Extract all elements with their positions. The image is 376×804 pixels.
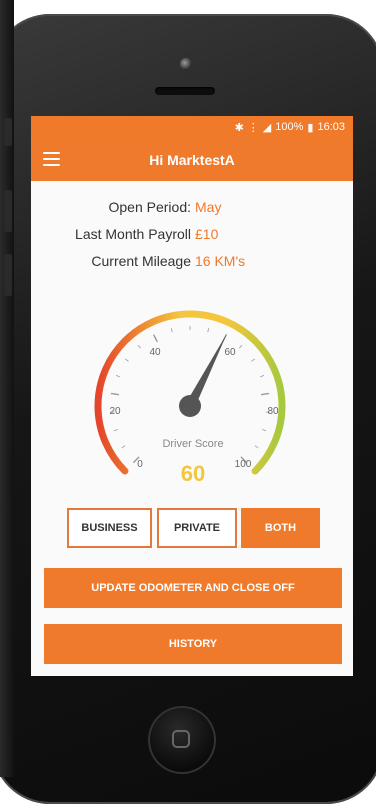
open-period-value: May <box>195 199 221 215</box>
gauge-tick <box>208 328 209 332</box>
home-button[interactable] <box>148 706 216 774</box>
gauge-tick <box>111 393 119 394</box>
gauge-tick <box>260 375 264 377</box>
camera-icon <box>180 58 192 70</box>
payroll-label: Last Month Payroll <box>75 226 191 242</box>
gauge-caption: Driver Score <box>162 438 223 450</box>
tick-label-100: 100 <box>235 459 252 470</box>
volume-down-button <box>4 254 12 296</box>
both-filter-button[interactable]: BOTH <box>241 508 320 548</box>
gauge-tick <box>171 328 172 332</box>
update-odometer-button[interactable]: UPDATE ODOMETER AND CLOSE OFF <box>44 568 342 608</box>
gauge-score: 60 <box>181 461 205 486</box>
tick-label-60: 60 <box>224 347 236 358</box>
gauge-tick <box>239 345 242 348</box>
clock: 16:03 <box>317 121 345 133</box>
tick-label-20: 20 <box>109 406 121 417</box>
gauge-tick <box>154 335 158 342</box>
business-filter-button[interactable]: BUSINESS <box>67 508 152 548</box>
hamburger-menu-icon[interactable] <box>43 152 60 166</box>
battery-text: 100% <box>275 121 303 133</box>
vibrate-icon: ⋮ <box>248 121 259 134</box>
open-period-label: Open Period: <box>109 199 192 215</box>
payroll-value: £10 <box>195 226 218 242</box>
screen: ✱ ⋮ ◢ 100% ▮ 16:03 Hi MarktestA Open Per… <box>31 116 353 676</box>
speaker-grille <box>155 87 215 95</box>
mileage-label: Current Mileage <box>91 253 191 269</box>
battery-icon: ▮ <box>307 121 313 134</box>
history-button[interactable]: HISTORY <box>44 624 342 664</box>
phone-edge <box>0 0 14 777</box>
gauge-tick <box>255 446 258 448</box>
gauge-tick <box>138 345 141 348</box>
tick-label-40: 40 <box>149 347 161 358</box>
status-bar: ✱ ⋮ ◢ 100% ▮ 16:03 <box>31 116 353 138</box>
signal-icon: ◢ <box>263 121 271 134</box>
private-filter-button[interactable]: PRIVATE <box>157 508 237 548</box>
volume-up-button <box>4 190 12 232</box>
gauge-tick <box>116 375 120 377</box>
mute-switch <box>4 118 12 146</box>
mileage-value: 16 KM's <box>195 253 245 269</box>
gauge-tick <box>261 393 269 394</box>
tick-label-80: 80 <box>267 406 279 417</box>
home-square-icon <box>172 730 190 748</box>
app-bar: Hi MarktestA <box>31 138 353 181</box>
app-title: Hi MarktestA <box>31 152 353 168</box>
needle-hub <box>179 395 201 417</box>
bluetooth-icon: ✱ <box>235 121 244 134</box>
tick-label-0: 0 <box>137 459 143 470</box>
gauge-tick <box>125 359 128 361</box>
gauge-tick <box>122 446 125 448</box>
gauge-tick <box>251 359 254 361</box>
gauge-tick <box>262 429 266 430</box>
gauge-tick <box>114 429 118 430</box>
driver-score-gauge: 0 20 40 60 80 100 Driver Score 60 <box>75 293 305 493</box>
